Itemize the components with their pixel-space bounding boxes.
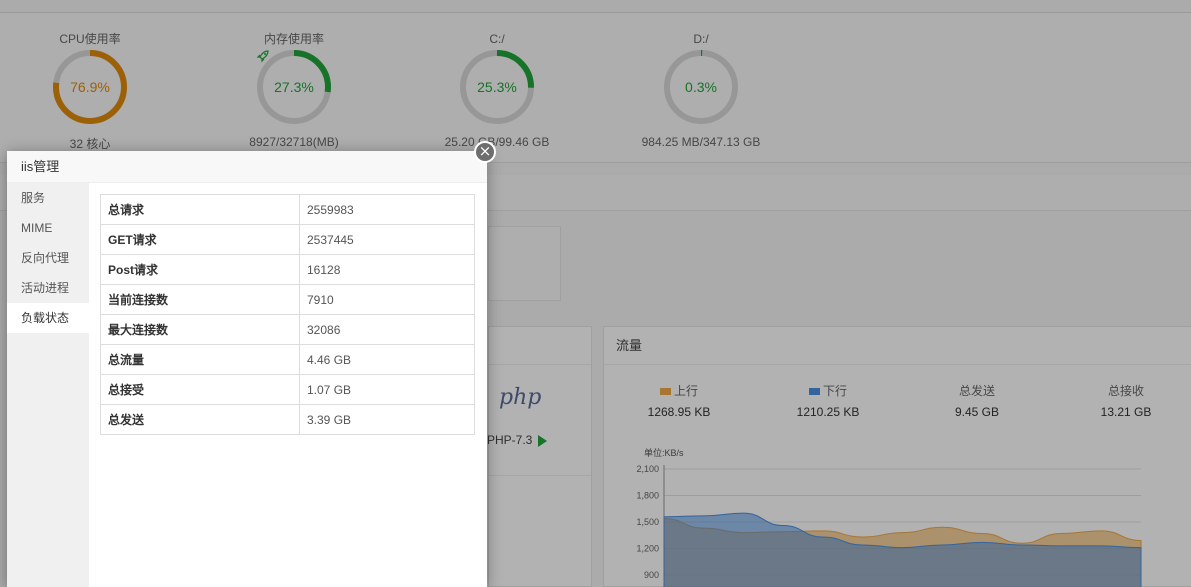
- load-status-table: 总请求 2559983 GET请求 2537445 Post请求 16128 当前连接…: [100, 194, 475, 435]
- row-label: 总请求: [100, 194, 300, 225]
- nav-item-mime[interactable]: MIME: [7, 213, 89, 243]
- row-value: 3.39 GB: [299, 404, 475, 435]
- row-label: 当前连接数: [100, 284, 300, 315]
- row-value: 2559983: [299, 194, 475, 225]
- nav-item-active-processes[interactable]: 活动进程: [7, 273, 89, 303]
- nav-item-reverse-proxy[interactable]: 反向代理: [7, 243, 89, 273]
- load-status-content: 总请求 2559983 GET请求 2537445 Post请求 16128 当前连接…: [100, 194, 475, 435]
- table-row: 最大连接数 32086: [100, 314, 475, 345]
- nav-item-service[interactable]: 服务: [7, 183, 89, 213]
- dialog-title: iis管理: [7, 151, 487, 183]
- row-label: 总接受: [100, 374, 300, 405]
- row-value: 32086: [299, 314, 475, 345]
- nav-item-load-status[interactable]: 负载状态: [7, 303, 89, 333]
- close-icon[interactable]: ×: [474, 141, 496, 163]
- table-row: 总发送 3.39 GB: [100, 404, 475, 435]
- table-row: 当前连接数 7910: [100, 284, 475, 315]
- row-label: GET请求: [100, 224, 300, 255]
- table-row: Post请求 16128: [100, 254, 475, 285]
- iis-manager-dialog: iis管理 × 服务 MIME 反向代理 活动进程 负载状态 总请求 255998…: [7, 141, 496, 587]
- row-label: 总发送: [100, 404, 300, 435]
- table-row: 总请求 2559983: [100, 194, 475, 225]
- row-label: 最大连接数: [100, 314, 300, 345]
- row-label: Post请求: [100, 254, 300, 285]
- row-value: 16128: [299, 254, 475, 285]
- row-value: 7910: [299, 284, 475, 315]
- row-value: 1.07 GB: [299, 374, 475, 405]
- table-row: 总流量 4.46 GB: [100, 344, 475, 375]
- table-row: 总接受 1.07 GB: [100, 374, 475, 405]
- dialog-side-nav: 服务 MIME 反向代理 活动进程 负载状态: [7, 183, 89, 587]
- table-row: GET请求 2537445: [100, 224, 475, 255]
- row-label: 总流量: [100, 344, 300, 375]
- row-value: 2537445: [299, 224, 475, 255]
- row-value: 4.46 GB: [299, 344, 475, 375]
